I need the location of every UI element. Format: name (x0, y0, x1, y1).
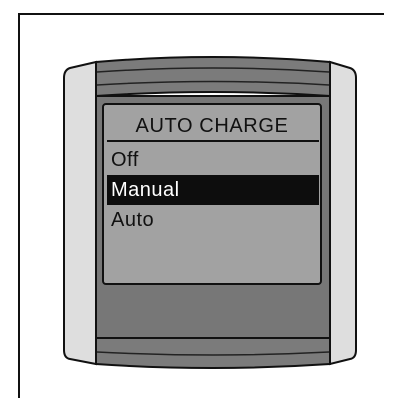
menu-item-off[interactable]: Off (107, 145, 319, 175)
screen-title: AUTO CHARGE (135, 115, 289, 137)
menu-item-auto[interactable]: Auto (107, 205, 319, 235)
lcd-screen: AUTO CHARGE Off Manual Auto (103, 110, 321, 280)
title-divider (107, 140, 319, 142)
menu-list: Off Manual Auto (107, 145, 319, 235)
menu-item-manual[interactable]: Manual (107, 175, 319, 205)
